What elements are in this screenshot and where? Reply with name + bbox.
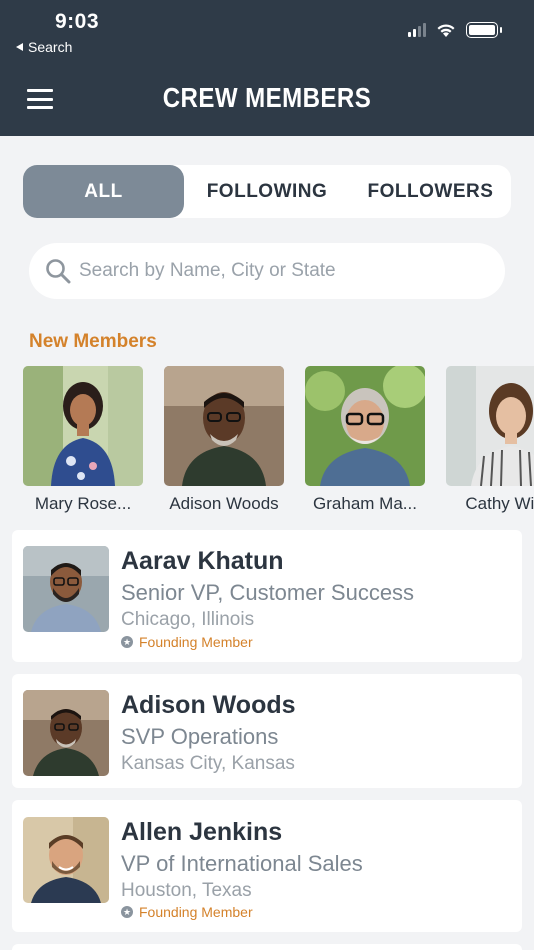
new-member-name: Cathy Wils xyxy=(465,494,534,513)
new-member-card[interactable]: Graham Ma... xyxy=(305,366,425,514)
status-time: 9:03 xyxy=(55,10,100,33)
top-bar: 9:03 Search CREW MEMBERS xyxy=(0,0,534,136)
member-location: Kansas City, Kansas xyxy=(121,753,295,774)
new-member-card[interactable]: Adison Woods xyxy=(164,366,284,514)
member-name: Aarav Khatun xyxy=(121,547,284,575)
member-photo xyxy=(446,366,534,486)
search-input[interactable] xyxy=(79,260,479,282)
new-members-heading: New Members xyxy=(29,331,157,352)
member-photo xyxy=(23,366,143,486)
founding-member-badge: ★ Founding Member xyxy=(121,634,253,650)
tab-followers[interactable]: FOLLOWERS xyxy=(350,165,511,218)
search-icon xyxy=(46,259,71,284)
new-member-name: Graham Ma... xyxy=(313,494,417,513)
member-avatar xyxy=(23,817,109,903)
member-role: Senior VP, Customer Success xyxy=(121,580,415,605)
member-role: VP of International Sales xyxy=(121,851,363,876)
badge-label: Founding Member xyxy=(139,904,253,920)
badge-label: Founding Member xyxy=(139,634,253,650)
search-bar xyxy=(29,243,505,299)
member-avatar xyxy=(23,690,109,776)
battery-icon xyxy=(466,22,502,38)
founding-member-badge: ★ Founding Member xyxy=(121,904,253,920)
page-title: CREW MEMBERS xyxy=(162,82,372,113)
cellular-signal-icon xyxy=(408,23,426,37)
member-location: Chicago, Illinois xyxy=(121,609,255,630)
member-photo xyxy=(164,366,284,486)
wifi-icon xyxy=(437,23,455,37)
member-name: Adison Woods xyxy=(121,691,296,719)
filter-tabs: ALL FOLLOWING FOLLOWERS xyxy=(23,165,511,218)
back-label: Search xyxy=(28,39,73,55)
member-card[interactable]: Aarav Khatun Senior VP, Customer Success… xyxy=(12,530,522,662)
tab-following[interactable]: FOLLOWING xyxy=(184,165,350,218)
back-arrow-icon xyxy=(16,43,23,51)
member-card[interactable] xyxy=(12,944,522,950)
tab-all[interactable]: ALL xyxy=(23,165,184,218)
new-member-card[interactable]: Cathy Wils xyxy=(446,366,534,514)
member-photo xyxy=(305,366,425,486)
new-members-carousel[interactable]: Mary Rose... Adison Woods Graham Ma... C… xyxy=(23,366,534,516)
member-avatar xyxy=(23,546,109,632)
star-icon: ★ xyxy=(121,906,133,918)
status-icons xyxy=(408,22,502,38)
member-location: Houston, Texas xyxy=(121,880,252,901)
new-member-name: Adison Woods xyxy=(169,494,279,513)
member-card[interactable]: Adison Woods SVP Operations Kansas City,… xyxy=(12,674,522,788)
new-member-card[interactable]: Mary Rose... xyxy=(23,366,143,514)
star-icon: ★ xyxy=(121,636,133,648)
back-to-search-link[interactable]: Search xyxy=(16,39,72,55)
member-name: Allen Jenkins xyxy=(121,818,283,846)
new-member-name: Mary Rose... xyxy=(34,494,132,513)
member-card[interactable]: Allen Jenkins VP of International Sales … xyxy=(12,800,522,932)
member-role: SVP Operations xyxy=(121,724,279,749)
